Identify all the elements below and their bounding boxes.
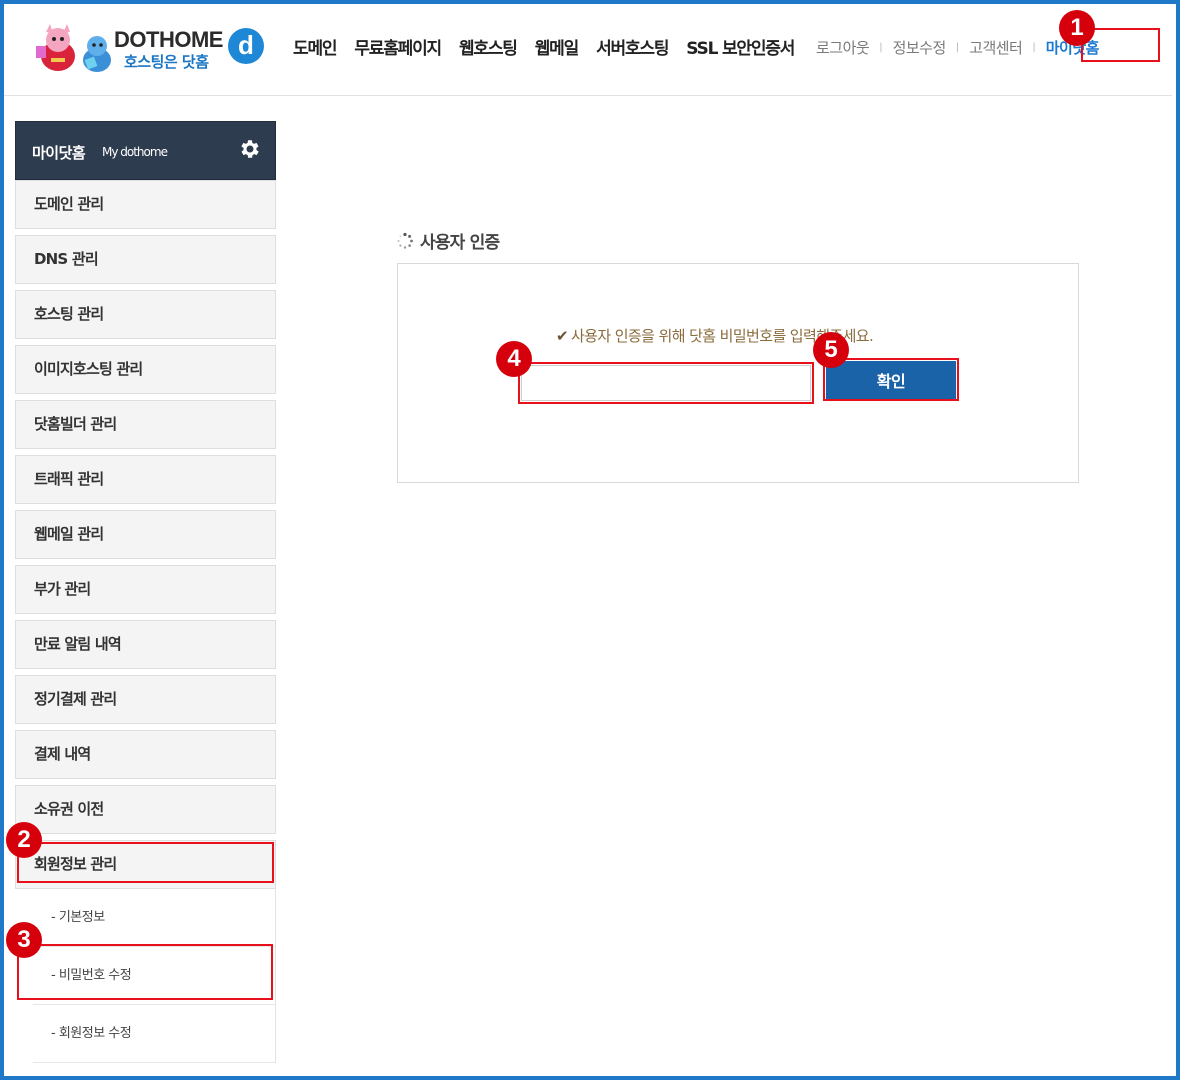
- sidebar-item-webmail[interactable]: 웹메일 관리: [15, 510, 276, 559]
- support-link[interactable]: 고객센터: [969, 37, 1023, 58]
- sidebar-item-builder[interactable]: 닷홈빌더 관리: [15, 400, 276, 449]
- member-info-submenu: - 기본정보 - 비밀번호 수정 - 회원정보 수정: [33, 889, 276, 1063]
- step-badge-4: 4: [496, 341, 532, 377]
- site-header: DOTHOME 호스팅은 닷홈 d 도메인 무료홈페이지 웹호스팅 웹메일 서버…: [4, 4, 1172, 96]
- check-icon: ✔: [556, 327, 569, 345]
- submenu-change-password[interactable]: - 비밀번호 수정: [33, 947, 275, 1005]
- logo-tagline: 호스팅은 닷홈: [124, 53, 209, 71]
- step-badge-5: 5: [813, 332, 849, 368]
- main-nav: 도메인 무료홈페이지 웹호스팅 웹메일 서버호스팅 SSL 보안인증서: [293, 34, 812, 59]
- step-badge-1: 1: [1059, 10, 1095, 46]
- pink-mascot-icon: [36, 24, 75, 71]
- logo-brand-text: DOTHOME: [114, 27, 223, 52]
- edit-info-link[interactable]: 정보수정: [893, 37, 947, 58]
- sidebar-title: 마이닷홈: [32, 144, 86, 162]
- sidebar-item-payment-history[interactable]: 결제 내역: [15, 730, 276, 779]
- nav-webmail[interactable]: 웹메일: [535, 34, 580, 59]
- sidebar-header: 마이닷홈 My dothome: [15, 121, 276, 180]
- spinner-icon: [397, 232, 413, 249]
- sidebar-item-recurring-payment[interactable]: 정기결제 관리: [15, 675, 276, 724]
- separator: |: [1032, 42, 1036, 53]
- auth-section-title: 사용자 인증: [396, 228, 500, 253]
- nav-server-hosting[interactable]: 서버호스팅: [596, 34, 669, 59]
- sidebar-item-traffic[interactable]: 트래픽 관리: [15, 455, 276, 504]
- separator: |: [955, 42, 960, 53]
- sidebar-item-member-info[interactable]: 회원정보 관리: [15, 840, 276, 889]
- nav-web-hosting[interactable]: 웹호스팅: [459, 34, 518, 59]
- sidebar-item-ownership-transfer[interactable]: 소유권 이전: [15, 785, 276, 834]
- sidebar-item-expiry-alerts[interactable]: 만료 알림 내역: [15, 620, 276, 669]
- step-badge-2: 2: [6, 822, 42, 858]
- blue-mascot-icon: [83, 36, 111, 72]
- sidebar-item-dns[interactable]: DNS 관리: [15, 235, 276, 284]
- gear-icon[interactable]: [237, 137, 261, 161]
- nav-ssl[interactable]: SSL 보안인증서: [686, 34, 795, 59]
- logout-link[interactable]: 로그아웃: [816, 37, 870, 58]
- sidebar-item-domain[interactable]: 도메인 관리: [15, 180, 276, 229]
- sidebar: 마이닷홈 My dothome 도메인 관리 DNS 관리 호스팅 관리 이미지…: [15, 121, 276, 1063]
- logo-d-icon: d: [228, 28, 264, 64]
- sidebar-item-hosting[interactable]: 호스팅 관리: [15, 290, 276, 339]
- nav-free-homepage[interactable]: 무료홈페이지: [354, 34, 442, 59]
- sidebar-item-image-hosting[interactable]: 이미지호스팅 관리: [15, 345, 276, 394]
- sidebar-subtitle: My dothome: [102, 145, 168, 159]
- dothome-logo[interactable]: DOTHOME 호스팅은 닷홈 d: [32, 16, 267, 82]
- submenu-basic-info[interactable]: - 기본정보: [33, 889, 275, 947]
- step-badge-3: 3: [6, 922, 42, 958]
- confirm-button[interactable]: 확인: [826, 361, 956, 399]
- sidebar-item-addon[interactable]: 부가 관리: [15, 565, 276, 614]
- utility-nav: 로그아웃 | 정보수정 | 고객센터 | 마이닷홈: [816, 37, 1099, 58]
- nav-domain[interactable]: 도메인: [293, 34, 338, 59]
- separator: |: [879, 42, 883, 53]
- auth-title-text: 사용자 인증: [420, 233, 500, 253]
- password-input[interactable]: [521, 365, 811, 401]
- submenu-edit-member-info[interactable]: - 회원정보 수정: [33, 1005, 275, 1063]
